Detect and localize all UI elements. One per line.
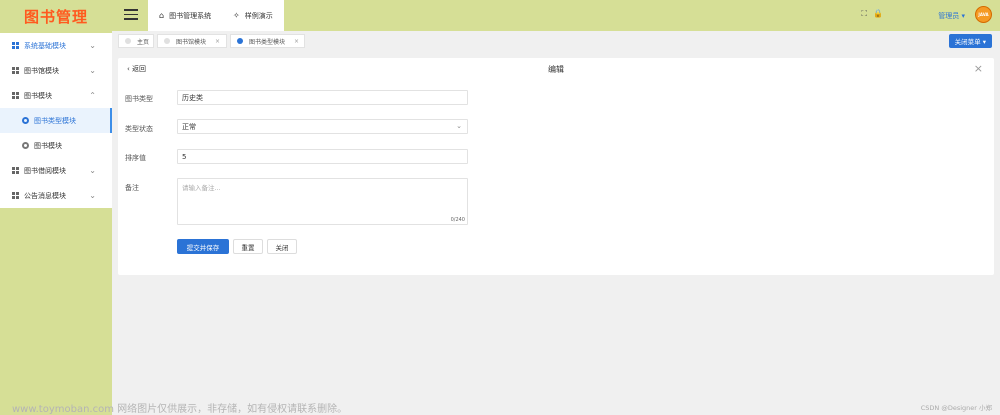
sidebar-item-book[interactable]: 图书模块 ⌃ xyxy=(0,83,112,108)
gear-icon xyxy=(22,117,29,124)
grid-icon xyxy=(12,67,19,74)
page-tab-home[interactable]: 主页 xyxy=(118,34,154,48)
reset-button[interactable]: 重置 xyxy=(233,239,263,254)
sidebar-item-system[interactable]: 系统基础模块 ⌄ xyxy=(0,33,112,58)
sidebar-item-library[interactable]: 图书馆模块 ⌄ xyxy=(0,58,112,83)
gear-icon xyxy=(22,142,29,149)
admin-dropdown[interactable]: 管理员 ▾ xyxy=(938,11,965,21)
sun-icon: ✧ xyxy=(233,11,240,20)
type-input[interactable]: 历史类 xyxy=(177,90,468,105)
app-logo: 图书管理 xyxy=(23,8,88,26)
sidebar-item-label: 公告消息模块 xyxy=(24,191,66,200)
tab-dot-icon xyxy=(237,38,243,44)
top-header: ⌂ 图书管理系统 ✧ 样例演示 ⛶ 🔒 管理员 ▾ JAVA xyxy=(112,0,1000,31)
lock-icon[interactable]: 🔒 xyxy=(873,9,883,18)
remark-label: 备注 xyxy=(125,184,139,192)
sidebar-item-label: 图书借阅模块 xyxy=(24,166,66,175)
chevron-down-icon: ⌄ xyxy=(89,191,96,200)
sort-input[interactable]: 5 xyxy=(177,149,468,164)
sidebar-item-borrow[interactable]: 图书借阅模块 ⌄ xyxy=(0,158,112,183)
watermark-text: www.toymoban.com 网络图片仅供展示，非存储，如有侵权请联系删除。 xyxy=(12,404,348,415)
tab-dot-icon xyxy=(125,38,131,44)
header-tab-label: 图书管理系统 xyxy=(169,11,212,20)
chevron-down-icon: ⌄ xyxy=(89,41,96,50)
hamburger-menu-icon[interactable] xyxy=(124,9,138,20)
page-tabbar: 主页 图书馆模块 × 图书类型模块 × 关闭菜单 ▾ xyxy=(112,31,1000,51)
tab-dot-icon xyxy=(164,38,170,44)
sidebar-item-book-sub[interactable]: 图书模块 xyxy=(0,133,112,158)
chevron-down-icon: ⌄ xyxy=(89,166,96,175)
page-title: 编辑 xyxy=(548,65,564,74)
chevron-down-icon: ⌄ xyxy=(89,66,96,75)
submit-button[interactable]: 提交并保存 xyxy=(177,239,229,254)
sidebar: 图书管理 系统基础模块 ⌄ 图书馆模块 ⌄ 图书模块 ⌃ 图书类型模块 图书模块… xyxy=(0,0,112,415)
page-tab-label: 主页 xyxy=(137,38,150,46)
remark-textarea[interactable]: 请输入备注... 0/240 xyxy=(177,178,468,225)
close-icon[interactable]: × xyxy=(294,38,299,45)
page-tab-label: 图书馆模块 xyxy=(176,38,207,46)
close-icon[interactable]: × xyxy=(974,62,983,75)
avatar[interactable]: JAVA xyxy=(975,6,992,23)
sidebar-item-label: 图书类型模块 xyxy=(34,116,76,125)
close-icon[interactable]: × xyxy=(215,38,220,45)
chevron-down-icon: ⌄ xyxy=(456,122,462,130)
sidebar-item-label: 图书模块 xyxy=(24,91,52,100)
grid-icon xyxy=(12,192,19,199)
page-tab-library[interactable]: 图书馆模块 × xyxy=(157,34,227,48)
header-tab-demo[interactable]: ✧ 样例演示 xyxy=(223,0,284,31)
sidebar-menu: 系统基础模块 ⌄ 图书馆模块 ⌄ 图书模块 ⌃ 图书类型模块 图书模块 图书借阅… xyxy=(0,33,112,208)
close-button[interactable]: 关闭 xyxy=(267,239,297,254)
page-tab-book-type[interactable]: 图书类型模块 × xyxy=(230,34,305,48)
remark-placeholder: 请输入备注... xyxy=(182,184,221,192)
chevron-up-icon: ⌃ xyxy=(89,91,96,100)
fullscreen-icon[interactable]: ⛶ xyxy=(861,9,867,19)
char-counter: 0/240 xyxy=(450,217,465,223)
grid-icon xyxy=(12,167,19,174)
type-label: 图书类型 xyxy=(125,95,153,103)
header-tab-home[interactable]: ⌂ 图书管理系统 xyxy=(148,0,223,31)
sort-label: 排序值 xyxy=(125,154,146,162)
sidebar-item-label: 图书模块 xyxy=(34,141,62,150)
status-select-value: 正常 xyxy=(182,122,196,131)
status-label: 类型状态 xyxy=(125,125,153,133)
status-select[interactable]: 正常 ⌄ xyxy=(177,119,468,134)
watermark-credit: CSDN @Designer 小郑 xyxy=(920,404,992,412)
home-icon: ⌂ xyxy=(159,11,165,20)
page-tab-label: 图书类型模块 xyxy=(249,38,286,46)
sidebar-item-label: 图书馆模块 xyxy=(24,66,59,75)
sidebar-item-notice[interactable]: 公告消息模块 ⌄ xyxy=(0,183,112,208)
sidebar-item-label: 系统基础模块 xyxy=(24,41,66,50)
sidebar-item-book-type[interactable]: 图书类型模块 xyxy=(0,108,112,133)
grid-icon xyxy=(12,92,19,99)
edit-card: ‹ 返回 编辑 × 图书类型 历史类 类型状态 正常 ⌄ 排序值 5 备注 请输… xyxy=(118,58,994,275)
header-tab-label: 样例演示 xyxy=(244,11,273,20)
grid-icon xyxy=(12,42,19,49)
close-menu-button[interactable]: 关闭菜单 ▾ xyxy=(948,34,992,48)
